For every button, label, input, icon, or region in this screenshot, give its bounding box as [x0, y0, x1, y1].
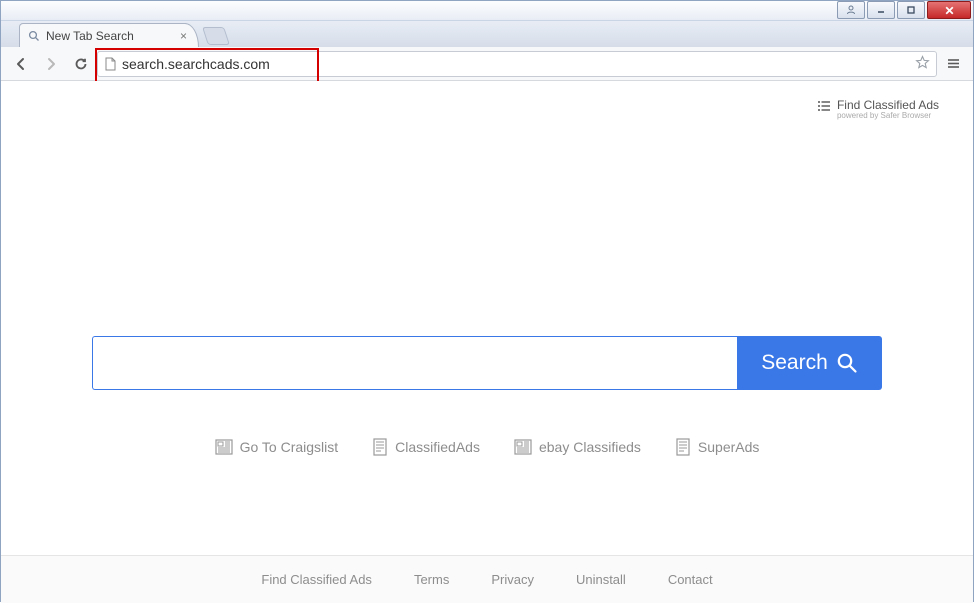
close-button[interactable] — [927, 1, 971, 19]
footer-link-privacy[interactable]: Privacy — [491, 572, 534, 587]
page-content: Find Classified Ads powered by Safer Bro… — [1, 81, 973, 603]
quicklink-label: SuperAds — [698, 439, 759, 455]
reload-button[interactable] — [67, 50, 95, 78]
quicklink-label: ClassifiedAds — [395, 439, 480, 455]
footer-link-contact[interactable]: Contact — [668, 572, 713, 587]
search-button[interactable]: Search — [737, 336, 882, 390]
search-icon — [28, 30, 40, 42]
quicklink-superads[interactable]: SuperAds — [675, 438, 759, 456]
brand-subtitle: powered by Safer Browser — [837, 112, 939, 121]
tab-active[interactable]: New Tab Search × — [19, 23, 199, 47]
user-button[interactable] — [837, 1, 865, 19]
minimize-button[interactable] — [867, 1, 895, 19]
new-tab-button[interactable] — [202, 27, 230, 45]
tab-title: New Tab Search — [46, 29, 134, 43]
back-button[interactable] — [7, 50, 35, 78]
newspaper-icon — [215, 439, 233, 455]
tab-strip: New Tab Search × — [1, 21, 973, 47]
document-icon — [372, 438, 388, 456]
quicklink-classifiedads[interactable]: ClassifiedAds — [372, 438, 480, 456]
browser-toolbar: search.searchcads.com — [1, 47, 973, 81]
search-button-label: Search — [761, 351, 828, 375]
window-titlebar — [1, 1, 973, 21]
quick-links-row: Go To Craigslist ClassifiedAds ebay Clas… — [1, 438, 973, 456]
list-icon — [817, 100, 831, 115]
tab-close-icon[interactable]: × — [177, 29, 190, 43]
document-icon — [675, 438, 691, 456]
footer-link-brand[interactable]: Find Classified Ads — [261, 572, 372, 587]
address-bar[interactable]: search.searchcads.com — [97, 51, 937, 77]
quicklink-ebay-classifieds[interactable]: ebay Classifieds — [514, 438, 641, 456]
footer-link-uninstall[interactable]: Uninstall — [576, 572, 626, 587]
bookmark-star-icon[interactable] — [915, 55, 930, 73]
quicklink-label: ebay Classifieds — [539, 439, 641, 455]
search-input[interactable] — [92, 336, 737, 390]
brand-badge[interactable]: Find Classified Ads powered by Safer Bro… — [817, 99, 939, 121]
forward-button[interactable] — [37, 50, 65, 78]
footer: Find Classified Ads Terms Privacy Uninst… — [1, 555, 973, 603]
maximize-button[interactable] — [897, 1, 925, 19]
quicklink-label: Go To Craigslist — [240, 439, 339, 455]
newspaper-icon — [514, 439, 532, 455]
page-icon — [104, 57, 116, 71]
url-text: search.searchcads.com — [122, 56, 270, 72]
quicklink-craigslist[interactable]: Go To Craigslist — [215, 438, 339, 456]
search-area: Search — [1, 336, 973, 390]
footer-link-terms[interactable]: Terms — [414, 572, 449, 587]
search-icon — [836, 352, 858, 374]
hamburger-menu-icon[interactable] — [939, 50, 967, 78]
